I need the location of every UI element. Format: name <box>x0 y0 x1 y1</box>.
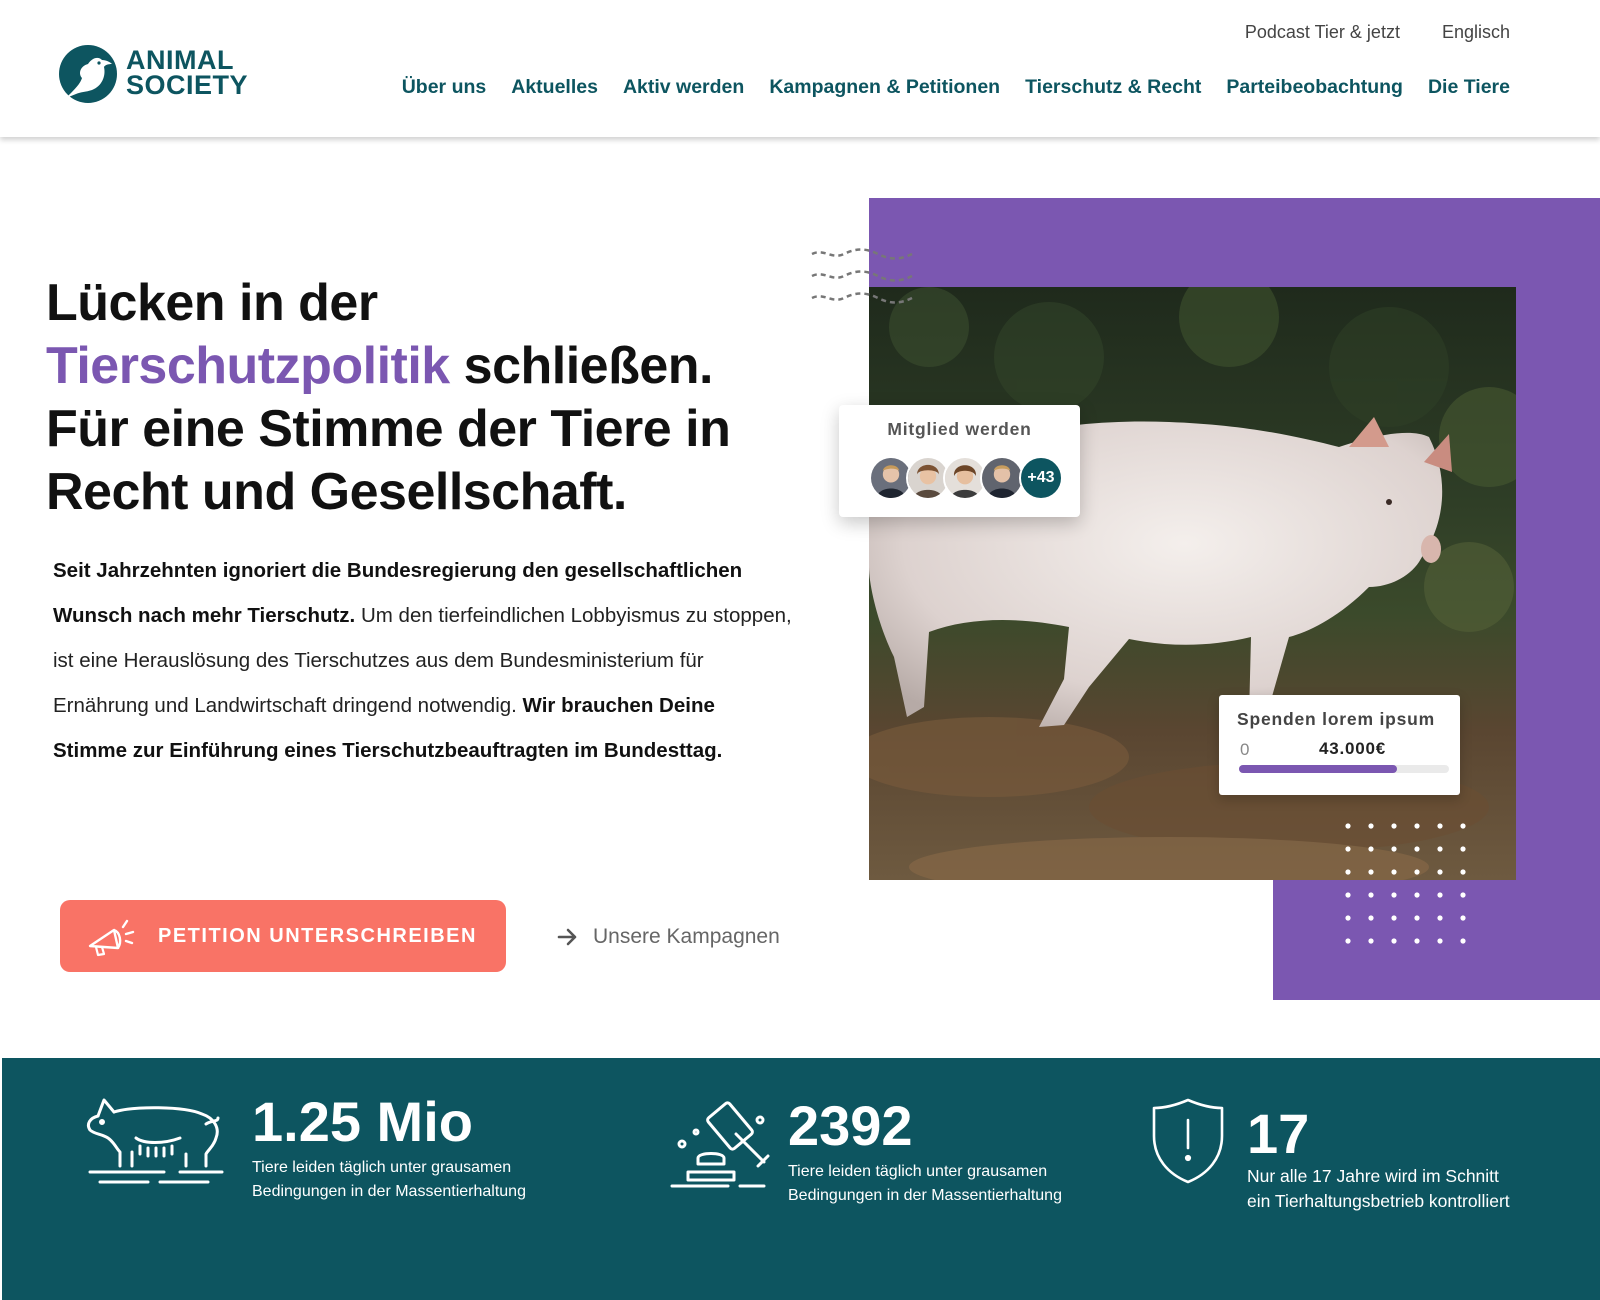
stat-desc-line1: Tiere leiden täglich unter grausamen <box>252 1159 512 1176</box>
nav-die-tiere[interactable]: Die Tiere <box>1428 76 1510 99</box>
decoration-dot <box>1345 823 1351 829</box>
site-header: ANIMAL SOCIETY Podcast Tier & jetzt Engl… <box>0 0 1600 137</box>
nav-parteibeobachtung[interactable]: Parteibeobachtung <box>1226 76 1403 99</box>
decoration-dot <box>1414 915 1420 921</box>
hero-title-line3: Für eine Stimme der Tiere in <box>46 400 731 458</box>
decoration-dot <box>1368 869 1374 875</box>
decoration-dot <box>1391 846 1397 852</box>
stat-description: Tiere leiden täglich unter grausamen Bed… <box>788 1160 1062 1208</box>
purple-frame-top <box>869 198 1600 287</box>
stat-value: 1.25 Mio <box>252 1090 473 1153</box>
campaigns-link[interactable]: Unsere Kampagnen <box>557 925 780 949</box>
shield-warning-icon <box>1152 1098 1224 1184</box>
decoration-dot <box>1368 846 1374 852</box>
hero-title-accent: Tierschutzpolitik <box>46 337 450 395</box>
member-card[interactable]: Mitglied werden +43 <box>839 405 1080 517</box>
arrow-right-icon <box>557 928 577 946</box>
stat-desc-line2: Bedingungen in der Massentierhaltung <box>252 1183 526 1200</box>
logo-line2: SOCIETY <box>126 70 249 100</box>
decoration-dot <box>1437 869 1443 875</box>
stat-desc-line2: ein Tierhaltungsbetrieb kontrolliert <box>1247 1191 1510 1211</box>
decoration-dot <box>1460 869 1466 875</box>
nav-ueber-uns[interactable]: Über uns <box>402 76 487 99</box>
decoration-dot <box>1345 846 1351 852</box>
avatar <box>980 456 1024 500</box>
decoration-dot <box>1437 915 1443 921</box>
nav-tierschutz-recht[interactable]: Tierschutz & Recht <box>1025 76 1201 99</box>
petition-sign-label: PETITION UNTERSCHREIBEN <box>158 925 477 947</box>
donation-card[interactable]: Spenden lorem ipsum 0 43.000€ <box>1219 695 1460 795</box>
decoration-dot <box>1414 938 1420 944</box>
pig-icon <box>86 1098 224 1184</box>
decoration-dot <box>1460 892 1466 898</box>
decoration-dot <box>1437 846 1443 852</box>
donation-progress-fill <box>1239 765 1397 773</box>
nav-kampagnen[interactable]: Kampagnen & Petitionen <box>769 76 1000 99</box>
decoration-dot <box>1414 869 1420 875</box>
decoration-dot <box>1437 823 1443 829</box>
stat-desc-line1: Nur alle 17 Jahre wird im Schnitt <box>1247 1166 1499 1186</box>
stat-desc-line1: Tiere leiden täglich unter grausamen <box>788 1163 1048 1180</box>
decoration-dot <box>1391 869 1397 875</box>
donation-progress-track <box>1239 765 1449 773</box>
dot-grid-decoration <box>1345 823 1466 944</box>
hero-title-line4: Recht und Gesellschaft. <box>46 463 627 521</box>
decoration-dot <box>1414 823 1420 829</box>
nav-aktuelles[interactable]: Aktuelles <box>511 76 598 99</box>
stat-cases: 2392 Tiere leiden täglich unter grausame… <box>788 1096 1062 1208</box>
nav-aktiv-werden[interactable]: Aktiv werden <box>623 76 744 99</box>
donation-amount: 43.000€ <box>1319 739 1387 758</box>
hero-title-line1: Lücken in der <box>46 274 378 332</box>
megaphone-icon <box>88 919 135 957</box>
hero-description: Seit Jahrzehnten ignoriert die Bundesreg… <box>53 548 793 773</box>
decoration-dot <box>1345 915 1351 921</box>
decoration-dot <box>1368 938 1374 944</box>
decoration-dot <box>1391 892 1397 898</box>
petition-sign-button[interactable]: PETITION UNTERSCHREIBEN <box>60 900 506 972</box>
decoration-dot <box>1368 823 1374 829</box>
stat-description: Tiere leiden täglich unter grausamen Bed… <box>252 1156 526 1204</box>
member-card-title: Mitglied werden <box>887 419 1032 439</box>
stat-desc-line2: Bedingungen in der Massentierhaltung <box>788 1187 1062 1204</box>
wave-decoration <box>811 248 913 304</box>
top-nav: Podcast Tier & jetzt Englisch <box>1245 22 1510 43</box>
hero-title-line2: schließen. <box>449 337 714 395</box>
campaigns-link-label: Unsere Kampagnen <box>593 925 780 948</box>
nav-language-link[interactable]: Englisch <box>1442 22 1510 43</box>
member-avatars: +43 <box>869 456 1069 500</box>
nav-podcast-link[interactable]: Podcast Tier & jetzt <box>1245 22 1400 43</box>
stat-inspections: 17 Nur alle 17 Jahre wird im Schnitt ein… <box>1247 1104 1510 1214</box>
donation-min-value: 0 <box>1240 740 1250 759</box>
stats-band: 1.25 Mio Tiere leiden täglich unter grau… <box>2 1058 1600 1300</box>
gavel-icon <box>670 1101 770 1188</box>
logo[interactable]: ANIMAL SOCIETY <box>58 44 258 104</box>
decoration-dot <box>1437 938 1443 944</box>
stat-description: Nur alle 17 Jahre wird im Schnitt ein Ti… <box>1247 1164 1510 1214</box>
decoration-dot <box>1460 823 1466 829</box>
decoration-dot <box>1414 846 1420 852</box>
hero-title: Lücken in der Tierschutzpolitik schließe… <box>46 272 786 524</box>
decoration-dot <box>1345 938 1351 944</box>
donation-card-title: Spenden lorem ipsum <box>1237 709 1436 729</box>
decoration-dot <box>1391 915 1397 921</box>
decoration-dot <box>1437 892 1443 898</box>
decoration-dot <box>1368 915 1374 921</box>
decoration-dot <box>1368 892 1374 898</box>
dove-logo-icon <box>59 45 117 103</box>
decoration-dot <box>1414 892 1420 898</box>
decoration-dot <box>1460 846 1466 852</box>
logo-wordmark: ANIMAL SOCIETY <box>126 47 249 100</box>
stat-animals: 1.25 Mio Tiere leiden täglich unter grau… <box>252 1092 526 1204</box>
decoration-dot <box>1345 869 1351 875</box>
member-count-badge: +43 <box>1019 456 1063 500</box>
main-nav: Über uns Aktuelles Aktiv werden Kampagne… <box>402 76 1510 99</box>
stat-value: 2392 <box>788 1094 913 1157</box>
decoration-dot <box>1391 938 1397 944</box>
decoration-dot <box>1345 892 1351 898</box>
decoration-dot <box>1460 938 1466 944</box>
decoration-dot <box>1391 823 1397 829</box>
stat-value: 17 <box>1247 1102 1310 1165</box>
decoration-dot <box>1460 915 1466 921</box>
